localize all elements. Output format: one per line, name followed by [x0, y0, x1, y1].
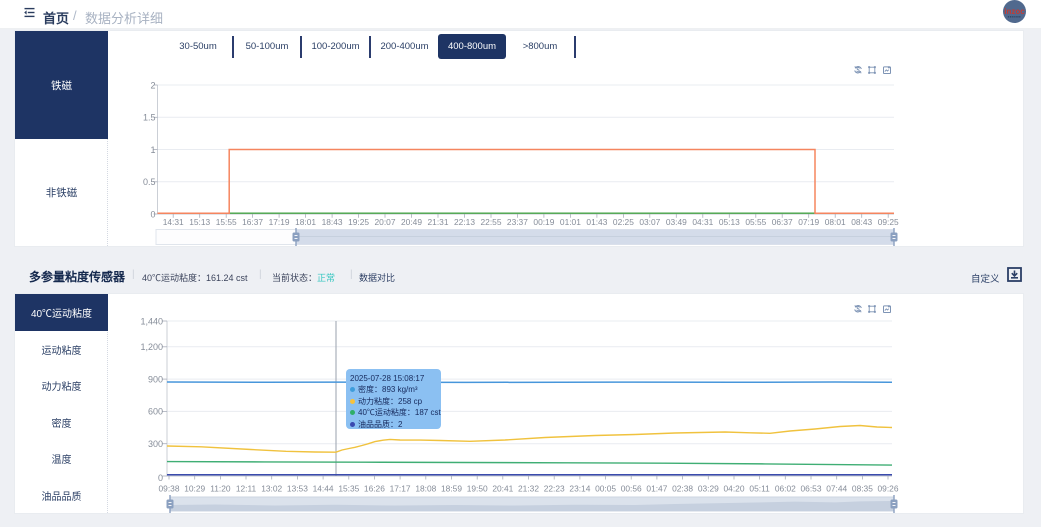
svg-text:19:50: 19:50 [467, 484, 488, 494]
svg-text:05:11: 05:11 [749, 484, 770, 494]
svg-text:23:14: 23:14 [569, 484, 590, 494]
svg-text:07:19: 07:19 [798, 217, 819, 227]
svg-text:0.5: 0.5 [143, 177, 156, 187]
svg-text:15:55: 15:55 [216, 217, 237, 227]
svg-text:14:44: 14:44 [313, 484, 334, 494]
svg-text:18:43: 18:43 [322, 217, 343, 227]
svg-text:05:55: 05:55 [745, 217, 766, 227]
svg-text:20:41: 20:41 [492, 484, 513, 494]
svg-text:07:44: 07:44 [826, 484, 847, 494]
svg-text:21:32: 21:32 [518, 484, 539, 494]
svg-text:0: 0 [158, 473, 163, 483]
svg-text:06:37: 06:37 [772, 217, 793, 227]
svg-text:13:02: 13:02 [261, 484, 282, 494]
svg-text:20:49: 20:49 [401, 217, 422, 227]
svg-text:16:37: 16:37 [242, 217, 263, 227]
svg-text:18:59: 18:59 [441, 484, 462, 494]
svg-text:00:19: 00:19 [533, 217, 554, 227]
svg-text:900: 900 [148, 374, 163, 384]
svg-text:09:26: 09:26 [878, 484, 899, 494]
svg-text:600: 600 [148, 407, 163, 417]
svg-text:03:07: 03:07 [639, 217, 660, 227]
svg-text:11:20: 11:20 [210, 484, 231, 494]
svg-text:08:01: 08:01 [825, 217, 846, 227]
svg-text:20:07: 20:07 [375, 217, 396, 227]
svg-text:19:25: 19:25 [348, 217, 369, 227]
svg-text:1.5: 1.5 [143, 113, 156, 123]
svg-text:00:05: 00:05 [595, 484, 616, 494]
svg-text:22:23: 22:23 [544, 484, 565, 494]
svg-text:13:53: 13:53 [287, 484, 308, 494]
svg-text:02:38: 02:38 [672, 484, 693, 494]
svg-text:21:31: 21:31 [428, 217, 449, 227]
svg-text:12:11: 12:11 [236, 484, 257, 494]
svg-text:17:19: 17:19 [269, 217, 290, 227]
svg-text:22:55: 22:55 [481, 217, 502, 227]
svg-text:03:49: 03:49 [666, 217, 687, 227]
svg-text:08:43: 08:43 [851, 217, 872, 227]
svg-text:03:29: 03:29 [698, 484, 719, 494]
svg-text:23:37: 23:37 [507, 217, 528, 227]
svg-text:2: 2 [150, 80, 155, 90]
svg-text:300: 300 [148, 439, 163, 449]
svg-text:17:17: 17:17 [390, 484, 411, 494]
svg-text:22:13: 22:13 [454, 217, 475, 227]
svg-text:01:47: 01:47 [646, 484, 667, 494]
svg-text:04:20: 04:20 [724, 484, 745, 494]
svg-text:18:01: 18:01 [295, 217, 316, 227]
svg-text:00:56: 00:56 [621, 484, 642, 494]
svg-text:01:43: 01:43 [586, 217, 607, 227]
svg-text:14:31: 14:31 [163, 217, 184, 227]
svg-text:10:29: 10:29 [184, 484, 205, 494]
svg-text:09:38: 09:38 [159, 484, 180, 494]
svg-text:02:25: 02:25 [613, 217, 634, 227]
svg-text:1,200: 1,200 [140, 342, 163, 352]
svg-text:0: 0 [150, 209, 155, 219]
svg-text:1: 1 [150, 145, 155, 155]
svg-text:16:26: 16:26 [364, 484, 385, 494]
svg-text:1,440: 1,440 [140, 316, 163, 326]
svg-text:15:13: 15:13 [189, 217, 210, 227]
svg-text:18:08: 18:08 [415, 484, 436, 494]
svg-text:09:25: 09:25 [878, 217, 899, 227]
svg-text:08:35: 08:35 [852, 484, 873, 494]
svg-text:04:31: 04:31 [692, 217, 713, 227]
svg-text:05:13: 05:13 [719, 217, 740, 227]
svg-text:15:35: 15:35 [338, 484, 359, 494]
svg-text:06:53: 06:53 [801, 484, 822, 494]
svg-text:06:02: 06:02 [775, 484, 796, 494]
svg-text:01:01: 01:01 [560, 217, 581, 227]
